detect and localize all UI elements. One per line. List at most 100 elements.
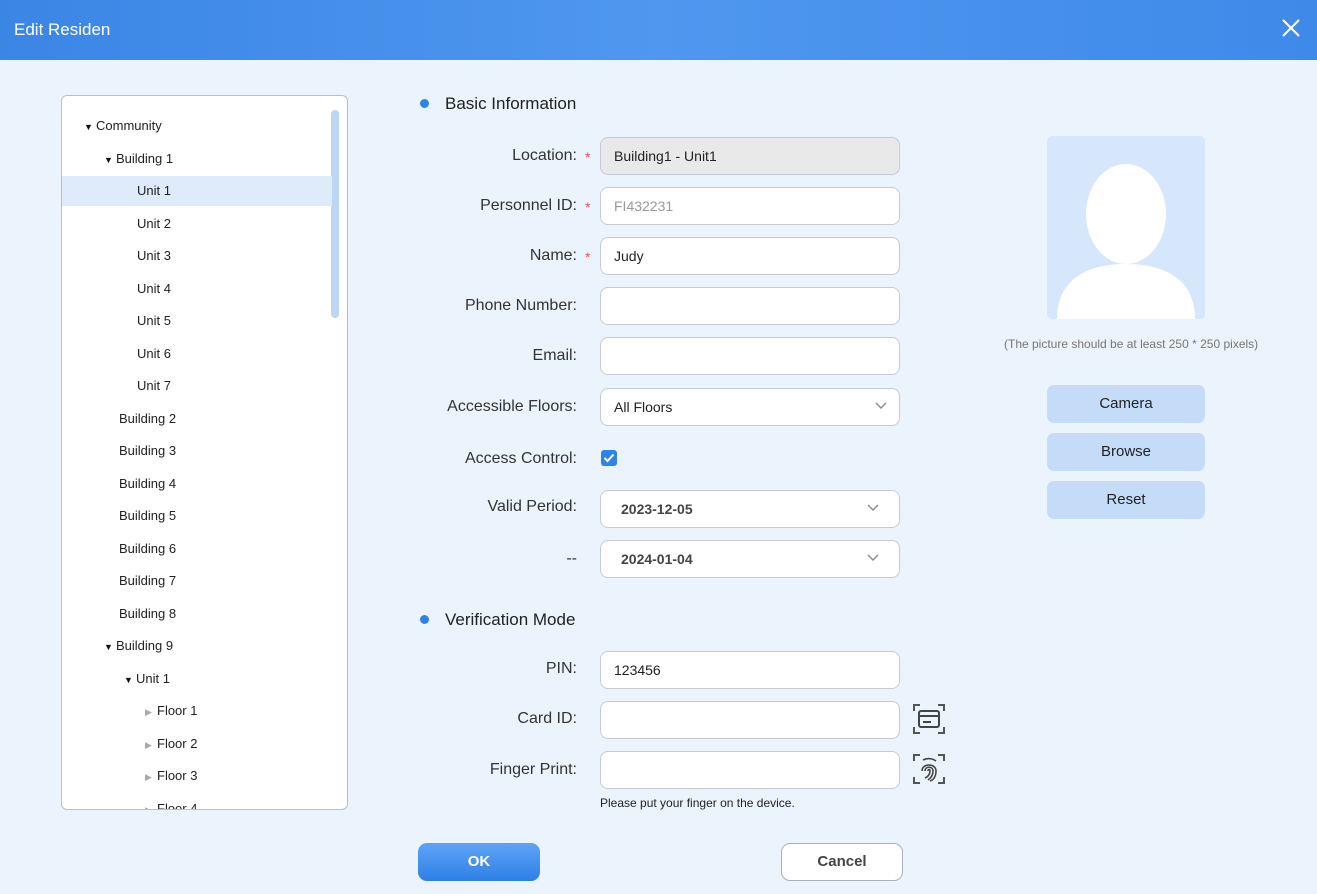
tree-item[interactable]: Building 4 — [62, 469, 332, 499]
floors-label: Accessible Floors: — [447, 398, 577, 415]
tree-item[interactable]: ▶ Floor 4 — [62, 794, 332, 810]
dialog-title: Edit Residen — [14, 20, 111, 39]
verification-heading: Verification Mode — [445, 610, 576, 629]
tree-item-label: Unit 4 — [137, 280, 171, 296]
caret-right-icon[interactable]: ▶ — [145, 795, 157, 810]
valid-start-select[interactable]: 2023-12-05 — [600, 490, 900, 528]
caret-down-icon[interactable]: ▼ — [104, 632, 116, 662]
finger-print-hint: Please put your finger on the device. — [600, 796, 795, 810]
email-input[interactable] — [600, 337, 900, 375]
personnel-id-placeholder: FI432231 — [614, 198, 674, 214]
tree-item-label: Unit 5 — [137, 313, 171, 328]
valid-end-value: 2024-01-04 — [621, 551, 693, 567]
camera-button[interactable]: Camera — [1047, 385, 1205, 423]
valid-end-select[interactable]: 2024-01-04 — [600, 540, 900, 578]
email-label: Email: — [532, 347, 577, 364]
name-label: Name: — [529, 247, 577, 264]
access-control-label: Access Control: — [464, 450, 577, 467]
tree-item-label: Building 5 — [119, 508, 177, 523]
name-input[interactable]: Judy — [600, 237, 900, 275]
card-reader-icon[interactable] — [911, 701, 947, 737]
section-bullet — [420, 99, 429, 108]
photo-size-note: (The picture should be at least 250 * 25… — [1004, 337, 1259, 351]
avatar — [1047, 136, 1205, 319]
phone-label: Phone Number: — [464, 297, 577, 314]
tree-item[interactable]: Building 8 — [62, 599, 332, 629]
user-silhouette-icon — [1057, 164, 1195, 319]
tree-item[interactable]: Unit 6 — [62, 339, 332, 369]
tree-item[interactable]: Unit 5 — [62, 306, 332, 336]
floors-select[interactable]: All Floors — [600, 388, 900, 426]
personnel-id-label: Personnel ID: — [480, 197, 577, 214]
tree-item-label: Unit 1 — [137, 183, 171, 198]
chevron-down-icon — [867, 504, 879, 511]
pin-input[interactable]: 123456 — [600, 651, 900, 689]
fingerprint-icon[interactable] — [911, 751, 947, 787]
tree-item-label: Unit 3 — [137, 248, 171, 263]
card-id-input[interactable] — [600, 701, 900, 739]
chevron-down-icon — [867, 554, 879, 561]
tree-item-label: Building 1 — [116, 150, 174, 166]
browse-button[interactable]: Browse — [1047, 433, 1205, 471]
tree-item-label: Building 8 — [119, 605, 177, 621]
finger-print-input[interactable] — [600, 751, 900, 789]
location-field: Building1 - Unit1 — [600, 137, 900, 175]
phone-input[interactable] — [600, 287, 900, 325]
caret-down-icon[interactable]: ▼ — [104, 145, 116, 175]
tree-item-label: Floor 2 — [157, 735, 198, 751]
tree-item-label: Building 3 — [119, 443, 177, 458]
tree-item[interactable]: Unit 2 — [62, 209, 332, 239]
tree-item[interactable]: Unit 1 — [62, 176, 332, 206]
caret-right-icon[interactable]: ▶ — [145, 730, 157, 760]
caret-right-icon[interactable]: ▶ — [145, 697, 157, 727]
checkmark-icon — [603, 453, 615, 463]
tree-item[interactable]: Building 7 — [62, 566, 332, 596]
tree-item-label: Floor 4 — [157, 800, 198, 810]
valid-period-separator: -- — [566, 550, 577, 567]
tree-item-label: Unit 2 — [137, 215, 171, 231]
tree-item[interactable]: ▶ Floor 3 — [62, 761, 332, 791]
tree-item-label: Building 6 — [119, 540, 177, 556]
tree-item[interactable]: ▼ Building 9 — [62, 631, 332, 661]
access-control-checkbox[interactable] — [601, 450, 617, 466]
chevron-down-icon — [875, 402, 887, 409]
tree-item[interactable]: Unit 3 — [62, 241, 332, 271]
tree-item[interactable]: Building 6 — [62, 534, 332, 564]
cancel-button[interactable]: Cancel — [781, 843, 903, 881]
tree-item-label: Unit 6 — [137, 345, 171, 361]
close-icon[interactable] — [1277, 14, 1305, 42]
card-id-label: Card ID: — [517, 710, 577, 727]
tree-item-label: Floor 3 — [157, 768, 198, 783]
caret-down-icon[interactable]: ▼ — [124, 665, 136, 695]
basic-info-heading: Basic Information — [445, 94, 577, 113]
tree-item-label: Community — [96, 118, 162, 133]
tree-item[interactable]: ▼ Unit 1 — [62, 664, 332, 694]
tree-item[interactable]: Building 3 — [62, 436, 332, 466]
tree-item[interactable]: Building 5 — [62, 501, 332, 531]
finger-print-label: Finger Print: — [489, 761, 577, 778]
section-bullet — [420, 615, 429, 624]
reset-button[interactable]: Reset — [1047, 481, 1205, 519]
tree-item[interactable]: ▼ Building 1 — [62, 144, 332, 174]
tree-item-label: Unit 7 — [137, 378, 171, 393]
title-bar: Edit Residen — [0, 0, 1317, 60]
location-value: Building1 - Unit1 — [614, 148, 717, 164]
valid-period-label: Valid Period: — [487, 498, 577, 515]
caret-right-icon[interactable]: ▶ — [145, 762, 157, 792]
valid-start-value: 2023-12-05 — [621, 501, 693, 517]
tree-item[interactable]: Unit 7 — [62, 371, 332, 401]
tree-item[interactable]: Building 2 — [62, 404, 332, 434]
personnel-id-input[interactable]: FI432231 — [600, 187, 900, 225]
tree-item[interactable]: Unit 4 — [62, 274, 332, 304]
tree-item[interactable]: ▼ Community — [62, 111, 332, 141]
tree-item[interactable]: ▶ Floor 2 — [62, 729, 332, 759]
pin-label: PIN: — [545, 660, 577, 677]
ok-button[interactable]: OK — [418, 843, 540, 881]
tree-scrollbar[interactable] — [331, 110, 339, 318]
caret-down-icon[interactable]: ▼ — [84, 112, 96, 142]
required-mark: * — [585, 249, 591, 265]
tree-item-label: Building 9 — [116, 638, 174, 653]
tree-item-label: Unit 1 — [136, 670, 170, 686]
tree-item[interactable]: ▶ Floor 1 — [62, 696, 332, 726]
tree-item-label: Building 7 — [119, 573, 177, 588]
